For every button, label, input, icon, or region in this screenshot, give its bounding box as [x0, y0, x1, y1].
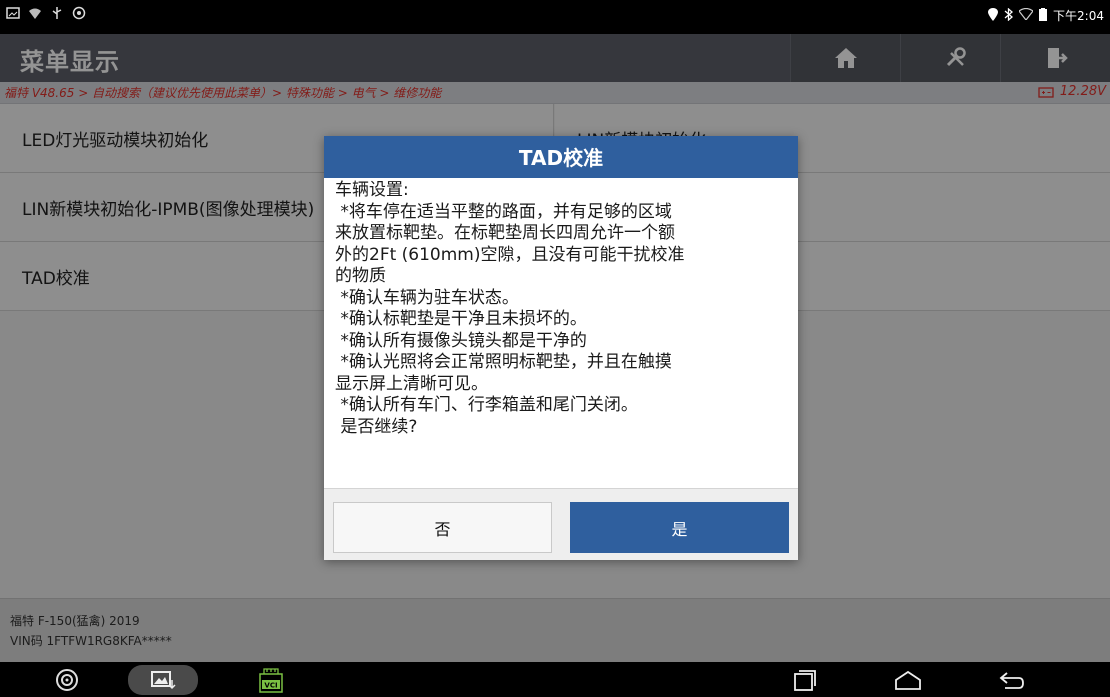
no-button[interactable]: 否 [333, 502, 552, 553]
tad-calibration-dialog: TAD校准 车辆设置: *将车停在适当平整的路面，并有足够的区域 来放置标靶垫。… [324, 136, 798, 560]
recent-apps-icon [794, 670, 816, 691]
dialog-line: 显示屏上清晰可见。 [335, 373, 488, 394]
bluetooth-icon [1004, 7, 1014, 24]
recent-apps-button[interactable] [790, 665, 820, 695]
back-button[interactable] [996, 665, 1026, 695]
usb-icon [50, 6, 64, 20]
dialog-button-bar: 否 是 [324, 488, 798, 560]
vci-button[interactable]: VCI [257, 665, 285, 695]
dialog-line: *将车停在适当平整的路面，并有足够的区域 [335, 201, 672, 222]
clock: 下午2:04 [1053, 9, 1104, 23]
location-icon [988, 7, 999, 24]
dialog-line: 的物质 [335, 266, 386, 286]
dialog-line: *确认所有摄像头镜头都是干净的 [335, 330, 587, 351]
dialog-line: 车辆设置: [335, 180, 409, 200]
dialog-message: 车辆设置: *将车停在适当平整的路面，并有足够的区域 来放置标靶垫。在标靶垫周长… [335, 180, 791, 438]
dialog-line: *确认车辆为驻车状态。 [335, 287, 519, 308]
dialog-line: 是否继续? [335, 416, 418, 437]
home-nav-button[interactable] [893, 665, 923, 695]
vci-label: VCI [264, 682, 277, 690]
dialog-line: *确认所有车门、行李箱盖和尾门关闭。 [335, 395, 638, 415]
vci-icon: VCI [259, 668, 283, 693]
bug-icon [72, 6, 86, 20]
navigation-bar: VCI [0, 662, 1110, 697]
back-icon [999, 672, 1024, 689]
app-icon[interactable] [52, 665, 82, 695]
image-download-icon [151, 671, 176, 690]
status-left-icons [6, 6, 86, 20]
gallery-button[interactable] [128, 665, 198, 695]
yes-button[interactable]: 是 [570, 502, 789, 553]
dialog-line: 来放置标靶垫。在标靶垫周长四周允许一个额 [335, 223, 675, 243]
dialog-line: *确认标靶垫是干净且未损坏的。 [335, 309, 587, 329]
home-nav-icon [895, 670, 921, 690]
dialog-title: TAD校准 [324, 136, 798, 178]
wifi-icon [1018, 7, 1034, 23]
status-bar: 下午2:04 [0, 0, 1110, 34]
status-right: 下午2:04 [988, 7, 1104, 24]
image-notification-icon [6, 6, 20, 20]
dialog-line: *确认光照将会正常照明标靶垫，并且在触摸 [335, 352, 672, 372]
wifi-question-icon [28, 6, 42, 20]
dialog-line: 外的2Ft (610mm)空隙，且没有可能干扰校准 [335, 244, 685, 265]
battery-icon [1039, 7, 1048, 24]
